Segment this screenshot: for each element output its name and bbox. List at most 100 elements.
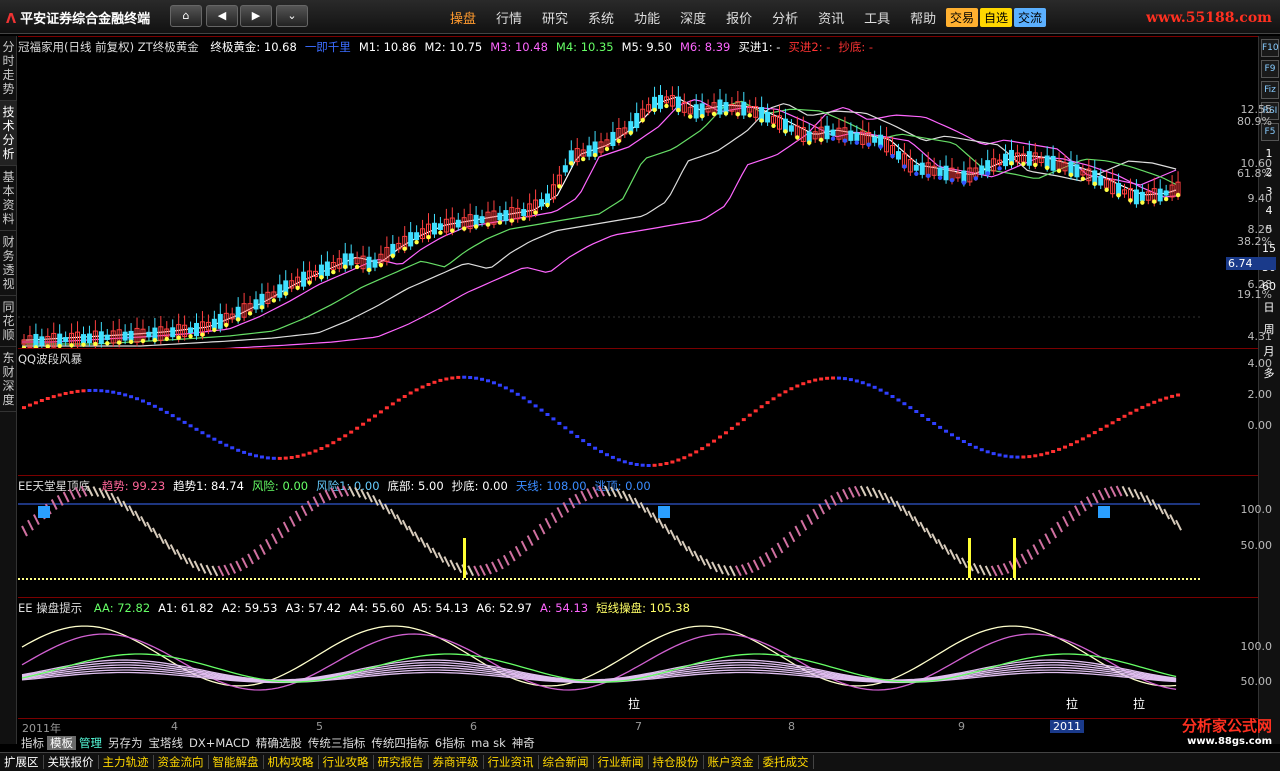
indicator-tab[interactable]: 另存为 xyxy=(105,736,146,750)
menu-item[interactable]: 深度 xyxy=(670,8,716,27)
price-axis: 12.55 80.9% 10.60 61.8% 9.40 8.20 38.2% 6.74 6.2… xyxy=(1200,37,1276,349)
indicator-tab[interactable]: 精确选股 xyxy=(253,736,305,750)
qq-chart[interactable] xyxy=(18,349,1258,476)
indicator-tab[interactable]: 指标 xyxy=(18,736,47,750)
watermark: 分析家公式网 www.88gs.com xyxy=(1078,715,1278,751)
price-axis-label: 38.2% xyxy=(1237,235,1272,248)
extension-tab[interactable]: 行业新闻 xyxy=(593,755,649,769)
menu-item[interactable]: 行情 xyxy=(486,8,532,27)
watermark-text: 分析家公式网 xyxy=(1181,717,1272,735)
time-label: 4 xyxy=(171,720,178,733)
menu-item[interactable]: 研究 xyxy=(532,8,578,27)
app-logo: Λ 平安证券综合金融终端 xyxy=(6,8,150,27)
menu-item[interactable]: 系统 xyxy=(578,8,624,27)
ee-axis: 100.0 50.00 xyxy=(1200,476,1276,598)
indicator-tab[interactable]: 传统四指标 xyxy=(368,736,432,750)
qq-axis-label: 2.00 xyxy=(1247,388,1273,401)
menu-item[interactable]: 帮助 xyxy=(900,8,946,27)
left-tab[interactable]: 财务透视 xyxy=(0,231,17,296)
extension-tab[interactable]: 智能解盘 xyxy=(208,755,264,769)
trade-buttons: 交易 自选 交流 xyxy=(946,8,1047,27)
extension-tab[interactable]: 券商评级 xyxy=(428,755,484,769)
extension-tabs: 扩展区 关联报价 主力轨迹 资金流向 智能解盘 机构攻略 行业攻略 研究报告 券商评级 行业资讯综… xyxy=(0,752,1280,771)
logo-icon: Λ xyxy=(6,12,17,27)
ee-axis-label: 50.00 xyxy=(1240,539,1273,552)
indicator-tab[interactable]: 宝塔线 xyxy=(146,736,187,750)
price-axis-label: 6.74 xyxy=(1226,257,1276,270)
main-chart[interactable] xyxy=(18,37,1258,349)
watchlist-button[interactable]: 自选 xyxy=(980,8,1013,27)
ee-panel: EE天堂星顶底 趋势: 99.23 趋势1: 84.74 风险: 0.00 风险1: … xyxy=(18,475,1272,598)
time-label: 5 xyxy=(316,720,323,733)
price-axis-label: 80.9% xyxy=(1237,115,1272,128)
indicator-tab[interactable]: 6指标 xyxy=(432,736,468,750)
ee-chart[interactable] xyxy=(18,476,1258,598)
price-axis-label: 9.40 xyxy=(1247,192,1273,205)
indicator-tab[interactable]: 神奇 xyxy=(509,736,538,750)
menu-item[interactable]: 报价 xyxy=(716,8,762,27)
extension-tab[interactable]: 机构攻略 xyxy=(263,755,319,769)
pull-label: 拉 xyxy=(1066,696,1078,711)
menu-item[interactable]: 分析 xyxy=(762,8,808,27)
extension-tab[interactable]: 扩展区 xyxy=(0,755,44,769)
more-button[interactable]: ⌄ xyxy=(276,5,308,27)
op-axis-label: 50.00 xyxy=(1240,675,1273,688)
menu-item[interactable]: 工具 xyxy=(854,8,900,27)
time-label: 7 xyxy=(635,720,642,733)
site-watermark: www.55188.com xyxy=(1146,10,1272,26)
op-axis-label: 100.0 xyxy=(1240,640,1273,653)
extension-tab[interactable]: 持仓股份 xyxy=(648,755,704,769)
top-bar: Λ 平安证券综合金融终端 ⌂ ◀ ▶ ⌄ 操盘 行情 研究 系统 功能 深度 报价 分析 资讯 工具… xyxy=(0,0,1280,34)
arrow-right-icon: ▶ xyxy=(251,9,261,22)
left-tab[interactable]: 同花顺 xyxy=(0,296,17,347)
time-label: 2011年 xyxy=(22,722,61,735)
main-chart-panel: 冠福家用(日线 前复权) ZT终极黄金 终极黄金: 10.68 一即千里 M1: 1… xyxy=(18,36,1276,349)
forward-button[interactable]: ▶ xyxy=(240,5,272,27)
extension-tab[interactable]: 委托成交 xyxy=(758,755,814,769)
indicator-tab[interactable]: ma sk xyxy=(468,736,509,750)
indicator-tab[interactable]: 管理 xyxy=(76,736,105,750)
price-axis-label: 61.8% xyxy=(1237,167,1272,180)
extension-tab[interactable]: 综合新闻 xyxy=(538,755,594,769)
indicator-tab[interactable]: 模板 xyxy=(47,736,76,750)
qq-axis: 4.00 2.00 0.00 xyxy=(1200,349,1276,476)
watermark-url: www.88gs.com xyxy=(1187,736,1272,747)
left-tab[interactable]: 分时走势 xyxy=(0,36,17,101)
back-button[interactable]: ◀ xyxy=(206,5,238,27)
arrow-left-icon: ◀ xyxy=(217,9,227,22)
time-axis: 2011年 4 5 6 7 8 9 2011 xyxy=(18,718,1258,735)
time-label: 6 xyxy=(470,720,477,733)
trade-button[interactable]: 交易 xyxy=(946,8,979,27)
op-chart[interactable]: 拉拉拉 xyxy=(18,598,1258,718)
extension-tab[interactable]: 行业资讯 xyxy=(483,755,539,769)
chevron-down-icon: ⌄ xyxy=(287,9,297,22)
menu-item[interactable]: 资讯 xyxy=(808,8,854,27)
left-tab[interactable]: 东财深度 xyxy=(0,347,17,412)
community-button[interactable]: 交流 xyxy=(1014,8,1047,27)
extension-tab[interactable]: 关联报价 xyxy=(43,755,99,769)
extension-tab[interactable]: 账户资金 xyxy=(703,755,759,769)
op-panel: EE 操盘提示 AA: 72.82 A1: 61.82 A2: 59.53 A3: 5… xyxy=(18,597,1272,718)
indicator-tab[interactable]: 传统三指标 xyxy=(305,736,369,750)
home-button[interactable]: ⌂ xyxy=(170,5,202,27)
extension-tab[interactable]: 研究报告 xyxy=(373,755,429,769)
time-label: 8 xyxy=(788,720,795,733)
ee-axis-label: 100.0 xyxy=(1240,503,1273,516)
price-axis-label: 4.31 xyxy=(1247,330,1273,343)
home-icon: ⌂ xyxy=(182,9,190,22)
left-tab[interactable]: 技术分析 xyxy=(0,101,17,166)
app-title: 平安证券综合金融终端 xyxy=(20,12,151,27)
extension-tab[interactable]: 行业攻略 xyxy=(318,755,374,769)
price-axis-label: 19.1% xyxy=(1237,288,1272,301)
main-menu: 操盘 行情 研究 系统 功能 深度 报价 分析 资讯 工具 帮助 xyxy=(440,8,946,27)
menu-item[interactable]: 操盘 xyxy=(440,8,486,27)
menu-item[interactable]: 功能 xyxy=(624,8,670,27)
qq-axis-label: 0.00 xyxy=(1247,419,1273,432)
extension-tab[interactable]: 资金流向 xyxy=(153,755,209,769)
pull-label: 拉 xyxy=(1133,696,1145,711)
qq-axis-label: 4.00 xyxy=(1247,357,1273,370)
indicator-tab[interactable]: DX+MACD xyxy=(186,736,253,750)
extension-tab[interactable]: 主力轨迹 xyxy=(98,755,154,769)
left-tabs: 分时走势 技术分析 基本资料 财务透视 同花顺 东财深度 xyxy=(0,36,17,744)
left-tab[interactable]: 基本资料 xyxy=(0,166,17,231)
